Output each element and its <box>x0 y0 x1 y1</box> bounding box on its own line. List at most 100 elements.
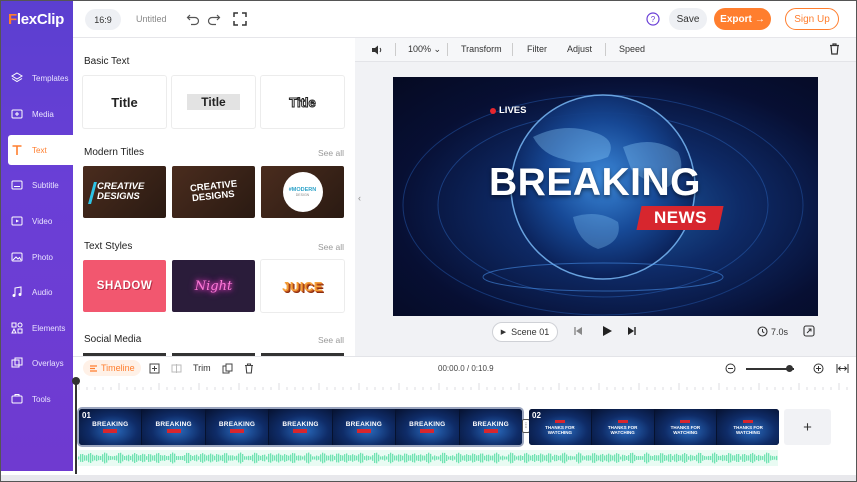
waveform-bar <box>236 455 238 461</box>
zoom-slider-handle[interactable] <box>785 365 793 372</box>
waveform-bar <box>644 453 646 463</box>
sidebar-item-elements[interactable]: Elements <box>1 313 73 343</box>
waveform-bar <box>412 453 414 463</box>
sidebar-item-audio[interactable]: Audio <box>1 277 73 307</box>
duplicate-icon[interactable] <box>222 363 233 374</box>
waveform-bar <box>540 453 542 463</box>
waveform-bar <box>266 456 268 460</box>
modern-title-card[interactable]: #MODERN DESIGN <box>261 166 344 218</box>
sidebar-item-overlays[interactable]: Overlays <box>1 348 73 378</box>
export-button[interactable]: Export → <box>714 8 771 30</box>
sidebar-item-tools[interactable]: Tools <box>1 384 73 414</box>
waveform-bar <box>160 455 162 461</box>
sidebar-item-subtitle[interactable]: Subtitle <box>1 170 73 200</box>
see-all-link[interactable]: See all <box>318 335 344 345</box>
text-style-card[interactable]: JUICE <box>261 260 344 312</box>
waveform-bar <box>128 454 130 462</box>
previous-icon[interactable] <box>573 326 583 336</box>
zoom-dropdown[interactable]: 100% ⌄ <box>408 44 441 55</box>
save-button[interactable]: Save <box>669 8 707 30</box>
fullscreen-icon[interactable] <box>233 12 247 26</box>
see-all-link[interactable]: See all <box>318 242 344 252</box>
text-style-card[interactable]: Night <box>172 260 255 312</box>
text-style-card[interactable]: SHADOW <box>83 260 166 312</box>
waveform-bar <box>484 455 486 461</box>
waveform-bar <box>546 454 548 462</box>
next-icon[interactable] <box>627 326 637 336</box>
timeline-clip-2[interactable]: 02 THANKS FOR WATCHING THANKS FOR WATCHING… <box>529 409 779 445</box>
fit-screen-icon[interactable] <box>803 325 815 337</box>
waveform-bar <box>150 454 152 462</box>
waveform-bar <box>754 454 756 462</box>
waveform-bar <box>240 452 242 464</box>
adjust-button[interactable]: Adjust <box>567 44 592 54</box>
basic-title-outline-card[interactable]: Title <box>261 76 344 128</box>
split-icon[interactable] <box>171 363 182 374</box>
timeline-clip-1[interactable]: 01 BREAKING BREAKING BREAKING BREAKING B… <box>79 409 522 445</box>
sidebar-item-label: Video <box>32 216 53 226</box>
waveform-bar <box>360 452 362 464</box>
scene-play-button[interactable]: ▶ Scene 01 <box>492 322 558 342</box>
basic-title-card[interactable]: Title <box>83 76 166 128</box>
transform-button[interactable]: Transform <box>461 44 502 54</box>
help-icon[interactable]: ? <box>646 12 660 26</box>
waveform-bar <box>692 455 694 461</box>
waveform-bar <box>586 455 588 461</box>
undo-icon[interactable] <box>186 12 200 26</box>
sidebar-item-templates[interactable]: Templates <box>1 63 73 93</box>
modern-title-card[interactable]: CREATIVE DESIGNS <box>83 166 166 218</box>
trash-icon[interactable] <box>244 363 254 374</box>
waveform-bar <box>462 455 464 461</box>
zoom-out-icon[interactable] <box>725 363 736 374</box>
waveform-bar <box>762 456 764 460</box>
sidebar-item-media[interactable]: Media <box>1 99 73 129</box>
timeline-ruler[interactable] <box>73 380 857 390</box>
sidebar-item-video[interactable]: Video <box>1 206 73 236</box>
clip-thumbnail: BREAKING <box>396 409 460 445</box>
waveform-bar <box>90 453 92 463</box>
project-name[interactable]: Untitled <box>136 14 167 24</box>
waveform-bar <box>668 454 670 462</box>
zoom-in-icon[interactable] <box>813 363 824 374</box>
waveform-bar <box>748 455 750 461</box>
scene-duration[interactable]: 7.0s <box>757 326 788 337</box>
speed-button[interactable]: Speed <box>619 44 645 54</box>
see-all-link[interactable]: See all <box>318 148 344 158</box>
audio-waveform[interactable] <box>78 450 778 466</box>
waveform-bar <box>468 454 470 462</box>
waveform-bar <box>252 454 254 462</box>
add-clip-button[interactable]: + <box>784 409 831 445</box>
zoom-slider[interactable] <box>746 365 794 372</box>
trim-button[interactable]: Trim <box>193 363 211 373</box>
sidebar: FlexClip Templates Media Text Subtitle V… <box>1 1 73 471</box>
sidebar-item-text[interactable]: Text <box>8 135 73 165</box>
waveform-bar <box>476 455 478 461</box>
waveform-bar <box>280 454 282 462</box>
modern-title-card[interactable]: CREATIVE DESIGNS <box>172 166 255 218</box>
volume-icon[interactable] <box>371 44 383 56</box>
player-controls: ▶ Scene 01 7.0s <box>355 322 856 346</box>
aspect-ratio-button[interactable]: 16:9 <box>85 9 121 30</box>
waveform-bar <box>416 455 418 461</box>
waveform-bar <box>386 456 388 460</box>
waveform-bar <box>520 455 522 461</box>
fit-timeline-icon[interactable] <box>836 363 849 374</box>
redo-icon[interactable] <box>207 12 221 26</box>
play-icon[interactable] <box>601 325 613 337</box>
playhead[interactable] <box>72 377 80 474</box>
flexclip-logo[interactable]: FlexClip <box>8 11 64 28</box>
trash-icon[interactable] <box>829 43 840 55</box>
sidebar-item-photo[interactable]: Photo <box>1 242 73 272</box>
clip-thumbnail: BREAKING <box>142 409 206 445</box>
add-scene-icon[interactable] <box>149 363 160 374</box>
filter-button[interactable]: Filter <box>527 44 547 54</box>
video-preview[interactable]: LIVES BREAKING NEWS <box>393 77 818 316</box>
collapse-panel-button[interactable]: ‹ <box>355 175 364 221</box>
timeline-tab[interactable]: Timeline <box>83 360 141 376</box>
waveform-bar <box>594 453 596 463</box>
waveform-bar <box>578 452 580 464</box>
waveform-bar <box>326 455 328 461</box>
waveform-bar <box>306 453 308 463</box>
basic-title-box-card[interactable]: Title <box>172 76 255 128</box>
sign-up-button[interactable]: Sign Up <box>785 8 839 30</box>
